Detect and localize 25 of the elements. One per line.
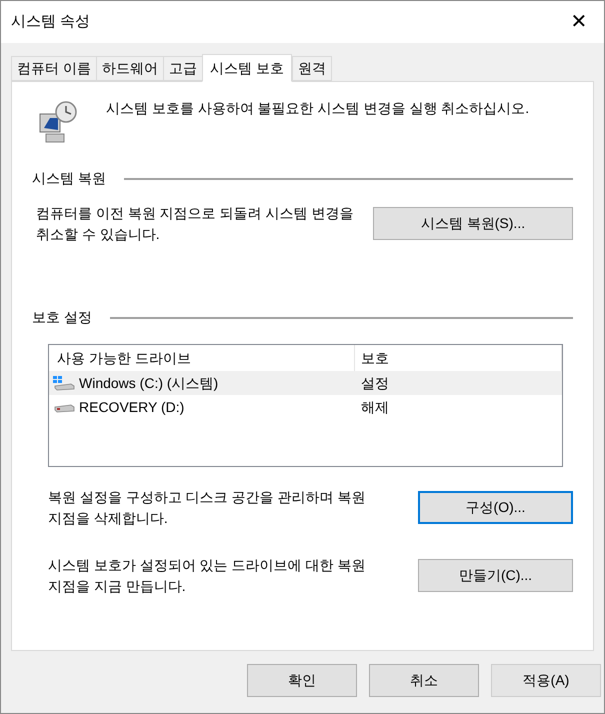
protection-status: 해제 (360, 398, 389, 416)
tab[interactable]: 고급 (162, 56, 203, 81)
action-description: 시스템 보호가 설정되어 있는 드라이브에 대한 복원 지점을 지금 만듭니다. (48, 556, 366, 596)
system-restore-button[interactable]: 시스템 복원(S)... (373, 207, 573, 240)
dialog-button[interactable]: 확인 (247, 664, 357, 697)
protection-status: 설정 (360, 374, 389, 392)
drive-name: Windows (C:) (시스템) (79, 374, 218, 393)
tab[interactable]: 컴퓨터 이름 (11, 56, 97, 81)
drive-name: RECOVERY (D:) (79, 398, 184, 417)
tab[interactable]: 원격 (292, 56, 332, 81)
tab[interactable]: 하드웨어 (96, 56, 164, 81)
dialog-button[interactable]: 취소 (369, 664, 479, 697)
drive-row[interactable]: RECOVERY (D:) 해제 (49, 395, 562, 419)
intro-text: 시스템 보호를 사용하여 불필요한 시스템 변경을 실행 취소하십시오. (106, 99, 530, 118)
close-button[interactable]: ✕ (564, 7, 594, 37)
section-title: 시스템 복원 (32, 169, 106, 188)
windows-drive-icon (53, 375, 75, 391)
section-title: 보호 설정 (32, 308, 92, 327)
tab[interactable]: 시스템 보호 (202, 54, 292, 82)
window-title: 시스템 속성 (11, 12, 90, 32)
action-button[interactable]: 구성(O)... (418, 491, 573, 524)
restore-description: 컴퓨터를 이전 복원 지점으로 되돌려 시스템 변경을 취소할 수 있습니다. (36, 204, 354, 244)
drive-row[interactable]: Windows (C:) (시스템) 설정 (49, 371, 562, 395)
action-description: 복원 설정을 구성하고 디스크 공간을 관리하며 복원 지점을 삭제합니다. (48, 488, 366, 528)
action-button[interactable]: 만들기(C)... (418, 559, 573, 592)
